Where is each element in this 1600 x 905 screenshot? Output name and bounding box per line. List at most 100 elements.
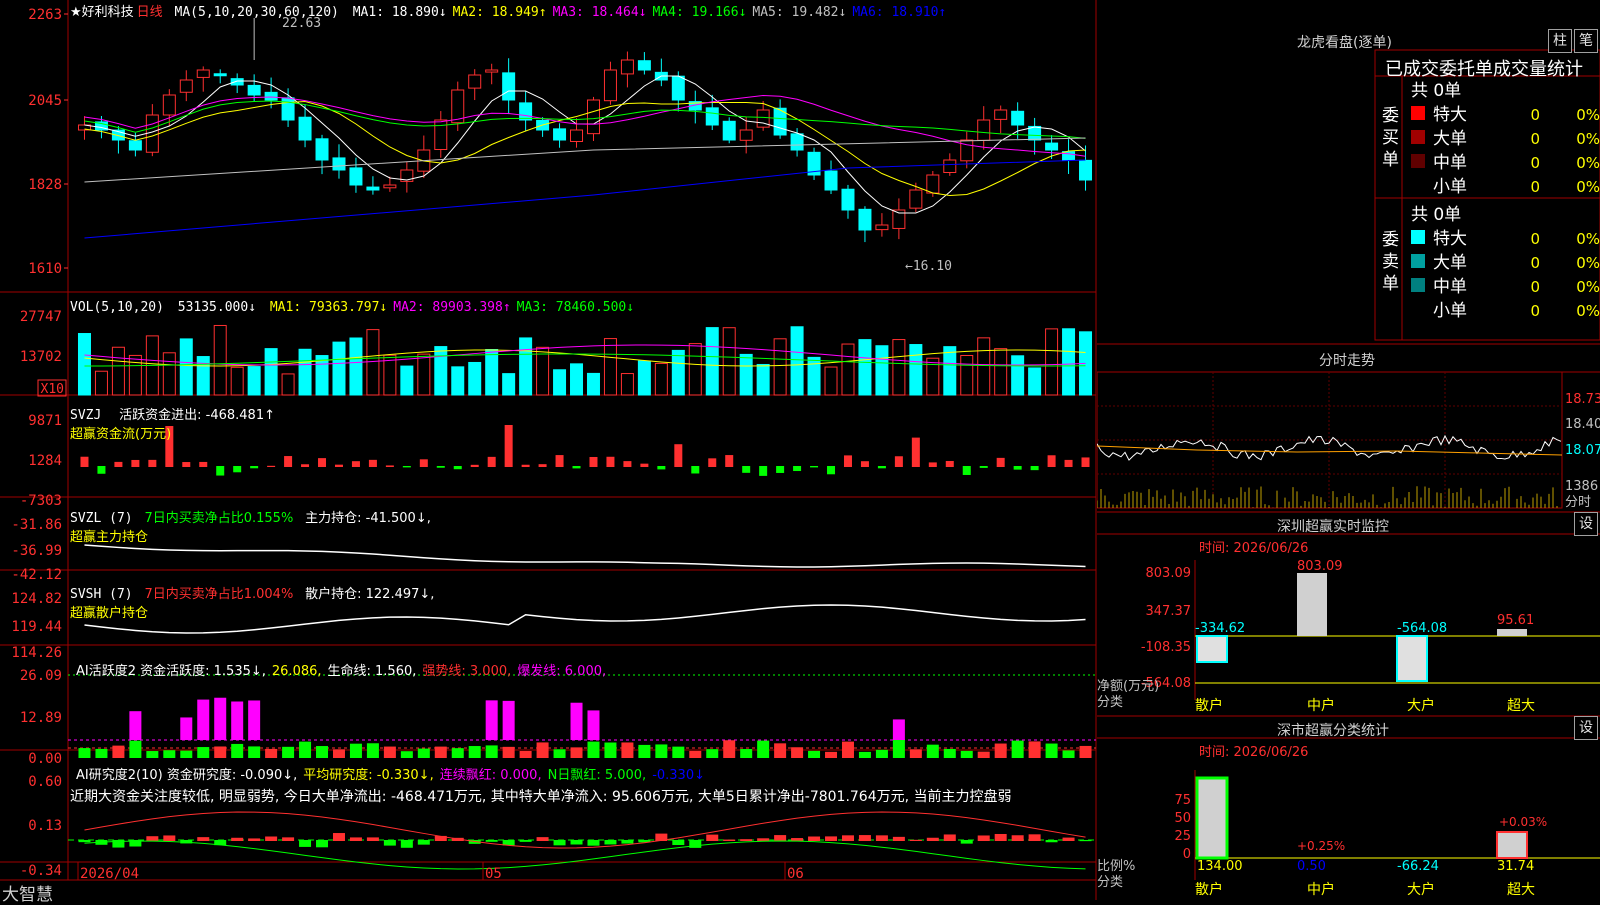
ai1-peak-bar (129, 711, 142, 740)
ai2-bar (774, 835, 787, 841)
ai1-bar (825, 751, 838, 758)
ai1-bar (1011, 740, 1024, 758)
szcls-value: 0.50 (1297, 859, 1326, 874)
szmon-settings-button[interactable]: 设 (1574, 512, 1598, 536)
ai1-bar (723, 740, 736, 758)
period-label: 日线 (136, 5, 163, 20)
candle-body (468, 74, 482, 89)
szmon-ylabel: 净额(万元) (1097, 679, 1159, 694)
svzj-bar (453, 466, 462, 470)
ai2-bar (197, 837, 210, 841)
right-graphics: 委买单共 0单特大 0 0%大单 0 0%中单 0 0%小单 0 0%委卖单共 0单特大 0 0%大… (1097, 49, 1600, 898)
ai1-bar (451, 748, 464, 758)
ai2-bar (1079, 840, 1092, 842)
bar-view-button[interactable]: 柱 (1548, 29, 1572, 53)
ai1-bar (672, 746, 685, 758)
vol-value: 53135.000↓ (177, 300, 257, 315)
ai2-bar (349, 837, 362, 841)
svzj-bar (131, 459, 140, 467)
ai1-bar (163, 750, 176, 758)
svzj-bar (640, 463, 649, 467)
szcls-value: -66.24 (1397, 859, 1439, 874)
ma-label: MA(5,10,20,30,60,120) (174, 5, 339, 20)
buy-row-pct: 0% (1576, 130, 1600, 148)
ai1-item-1: 26.086, (271, 664, 322, 679)
buy-row-count: 0 (1530, 154, 1540, 172)
ai1-peak-bar (570, 702, 583, 740)
buy-row-pct: 0% (1576, 154, 1600, 172)
volume-bar (111, 346, 125, 396)
ai2-item-4: -0.330↓ (652, 768, 705, 783)
svzj-bar (504, 425, 513, 467)
sell-row-label: 小单 (1433, 301, 1467, 321)
szmon-value: 95.61 (1497, 613, 1534, 628)
svzj-text2: 超赢资金流(万元) (70, 427, 172, 442)
ai1-bar (926, 744, 939, 758)
candle-body (281, 97, 295, 121)
candle-body (722, 120, 736, 141)
ai2-bar (909, 839, 922, 841)
svsh-text1: 7日内买卖净占比1.004% (144, 587, 294, 602)
szmon-value: 803.09 (1297, 559, 1343, 574)
ai2-bar (146, 836, 159, 841)
volume-bar (519, 337, 533, 396)
ma-value-5: MA6: 18.910↑ (852, 5, 947, 20)
ma-value-1: MA2: 18.949↑ (452, 5, 547, 20)
svzj-bar (385, 465, 394, 467)
vol-label: VOL(5,10,20) (70, 300, 164, 315)
ai1-bar (604, 742, 617, 758)
szmon-bar (1297, 573, 1327, 636)
candle-body (620, 59, 634, 75)
szmon-axis-label: 347.37 (1146, 604, 1192, 619)
ma-value-4: MA5: 19.482↓ (752, 5, 847, 20)
volume-bar (773, 338, 787, 396)
sell-row-count: 0 (1530, 302, 1540, 320)
date-label-2: 06 (787, 866, 804, 882)
svzj-bar (470, 464, 479, 467)
szcls-settings-button[interactable]: 设 (1574, 716, 1598, 740)
candle-body (213, 73, 227, 77)
buy-side-char: 买 (1382, 128, 1399, 148)
volume-bar (468, 361, 482, 396)
ai1-bar (638, 744, 651, 758)
buy-side-char: 委 (1382, 106, 1399, 126)
ai2-bar (994, 833, 1007, 841)
sell-row-count: 0 (1530, 278, 1540, 296)
tick-view-button[interactable]: 笔 (1574, 29, 1598, 53)
ai2-comment: 近期大资金关注度较低, 明显弱势, 今日大单净流出: -468.471万元, 其… (70, 789, 1012, 805)
svzl-axis-label: -42.12 (11, 567, 62, 583)
ai2-bar (248, 838, 261, 841)
ai2-bar (519, 840, 532, 842)
svzj-bar (1013, 466, 1022, 470)
ai1-bar (502, 746, 515, 758)
svzj-bar (911, 437, 920, 467)
candle-body (909, 189, 923, 209)
candle-body (570, 129, 584, 142)
svzj-bar (623, 461, 632, 467)
volume-bar (1062, 328, 1076, 396)
candle-body (824, 170, 838, 191)
ai2-bar (1028, 834, 1041, 841)
ai1-item-3: 强势线: 3.000, (422, 664, 512, 679)
ai2-bar (78, 840, 91, 843)
svsh-text2: 散户持仓: 122.497↓, (305, 587, 435, 602)
candle-body (671, 75, 685, 101)
ai1-bar (994, 743, 1007, 758)
sell-swatch (1411, 230, 1425, 244)
ai2-bar (740, 839, 753, 841)
ai1-bar (129, 740, 142, 758)
ai1-bar (858, 751, 871, 758)
svzj-bar (759, 466, 768, 476)
ai1-bar (146, 751, 159, 758)
ai1-bar (299, 741, 312, 758)
svzj-bar (114, 461, 123, 467)
volume-bar (400, 365, 414, 396)
szmon-value: -564.08 (1397, 621, 1447, 636)
ai1-item-4: 爆发线: 6.000, (517, 664, 607, 679)
candle-body (247, 84, 261, 96)
svzj-bar (962, 466, 971, 475)
ai1-bar (689, 750, 702, 758)
fenshi-axis-label: 18.73 (1565, 392, 1600, 407)
volume-bar (654, 362, 668, 396)
volume-bar (1045, 328, 1059, 396)
